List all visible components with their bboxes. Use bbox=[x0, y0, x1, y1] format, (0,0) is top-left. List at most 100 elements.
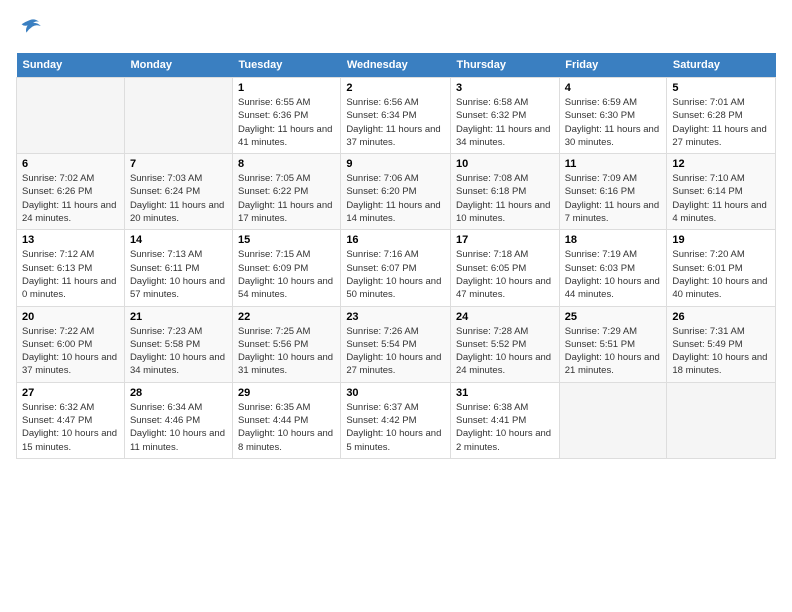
calendar-cell: 29 Sunrise: 6:35 AM Sunset: 4:44 PM Dayli… bbox=[233, 382, 341, 458]
logo-bird-icon bbox=[18, 16, 42, 36]
day-info: Sunrise: 7:02 AM Sunset: 6:26 PM Dayligh… bbox=[22, 172, 119, 225]
calendar-cell: 17 Sunrise: 7:18 AM Sunset: 6:05 PM Dayli… bbox=[451, 230, 560, 306]
header-cell-friday: Friday bbox=[559, 53, 667, 78]
day-number: 10 bbox=[456, 158, 554, 170]
day-info: Sunrise: 7:25 AM Sunset: 5:56 PM Dayligh… bbox=[238, 325, 335, 378]
calendar-week-3: 20 Sunrise: 7:22 AM Sunset: 6:00 PM Dayli… bbox=[17, 306, 776, 382]
day-info: Sunrise: 6:32 AM Sunset: 4:47 PM Dayligh… bbox=[22, 401, 119, 454]
day-number: 1 bbox=[238, 82, 335, 94]
calendar-cell: 19 Sunrise: 7:20 AM Sunset: 6:01 PM Dayli… bbox=[667, 230, 776, 306]
calendar-cell bbox=[559, 382, 667, 458]
calendar-cell: 8Sunrise: 7:05 AM Sunset: 6:22 PM Daylig… bbox=[233, 154, 341, 230]
day-number: 17 bbox=[456, 234, 554, 246]
day-number: 19 bbox=[672, 234, 770, 246]
day-number: 21 bbox=[130, 311, 227, 323]
day-info: Sunrise: 7:01 AM Sunset: 6:28 PM Dayligh… bbox=[672, 96, 770, 149]
calendar-cell: 3 Sunrise: 6:58 AM Sunset: 6:32 PM Daylig… bbox=[451, 78, 560, 154]
day-info: Sunrise: 7:12 AM Sunset: 6:13 PM Dayligh… bbox=[22, 248, 119, 301]
day-info: Sunrise: 7:20 AM Sunset: 6:01 PM Dayligh… bbox=[672, 248, 770, 301]
day-number: 14 bbox=[130, 234, 227, 246]
day-info: Sunrise: 6:56 AM Sunset: 6:34 PM Dayligh… bbox=[346, 96, 445, 149]
day-number: 27 bbox=[22, 387, 119, 399]
day-info: Sunrise: 6:59 AM Sunset: 6:30 PM Dayligh… bbox=[565, 96, 662, 149]
calendar-cell bbox=[667, 382, 776, 458]
calendar-cell bbox=[17, 78, 125, 154]
day-info: Sunrise: 7:18 AM Sunset: 6:05 PM Dayligh… bbox=[456, 248, 554, 301]
calendar-week-2: 13 Sunrise: 7:12 AM Sunset: 6:13 PM Dayli… bbox=[17, 230, 776, 306]
calendar-cell: 2 Sunrise: 6:56 AM Sunset: 6:34 PM Daylig… bbox=[341, 78, 451, 154]
day-number: 13 bbox=[22, 234, 119, 246]
calendar-cell: 15 Sunrise: 7:15 AM Sunset: 6:09 PM Dayli… bbox=[233, 230, 341, 306]
header-cell-tuesday: Tuesday bbox=[233, 53, 341, 78]
day-info: Sunrise: 7:03 AM Sunset: 6:24 PM Dayligh… bbox=[130, 172, 227, 225]
day-info: Sunrise: 7:22 AM Sunset: 6:00 PM Dayligh… bbox=[22, 325, 119, 378]
calendar-header: SundayMondayTuesdayWednesdayThursdayFrid… bbox=[17, 53, 776, 78]
calendar-cell: 24Sunrise: 7:28 AM Sunset: 5:52 PM Dayli… bbox=[451, 306, 560, 382]
day-info: Sunrise: 7:08 AM Sunset: 6:18 PM Dayligh… bbox=[456, 172, 554, 225]
calendar-cell: 20 Sunrise: 7:22 AM Sunset: 6:00 PM Dayli… bbox=[17, 306, 125, 382]
header-cell-wednesday: Wednesday bbox=[341, 53, 451, 78]
day-info: Sunrise: 7:29 AM Sunset: 5:51 PM Dayligh… bbox=[565, 325, 662, 378]
day-number: 3 bbox=[456, 82, 554, 94]
day-number: 30 bbox=[346, 387, 445, 399]
calendar-cell: 16Sunrise: 7:16 AM Sunset: 6:07 PM Dayli… bbox=[341, 230, 451, 306]
day-number: 24 bbox=[456, 311, 554, 323]
day-info: Sunrise: 6:37 AM Sunset: 4:42 PM Dayligh… bbox=[346, 401, 445, 454]
day-info: Sunrise: 7:26 AM Sunset: 5:54 PM Dayligh… bbox=[346, 325, 445, 378]
day-number: 28 bbox=[130, 387, 227, 399]
day-number: 25 bbox=[565, 311, 662, 323]
calendar-cell: 12Sunrise: 7:10 AM Sunset: 6:14 PM Dayli… bbox=[667, 154, 776, 230]
day-info: Sunrise: 7:31 AM Sunset: 5:49 PM Dayligh… bbox=[672, 325, 770, 378]
day-number: 15 bbox=[238, 234, 335, 246]
calendar-cell: 7 Sunrise: 7:03 AM Sunset: 6:24 PM Daylig… bbox=[124, 154, 232, 230]
calendar-week-4: 27 Sunrise: 6:32 AM Sunset: 4:47 PM Dayli… bbox=[17, 382, 776, 458]
calendar-cell: 18Sunrise: 7:19 AM Sunset: 6:03 PM Dayli… bbox=[559, 230, 667, 306]
day-info: Sunrise: 7:19 AM Sunset: 6:03 PM Dayligh… bbox=[565, 248, 662, 301]
day-number: 6 bbox=[22, 158, 119, 170]
calendar-cell: 30 Sunrise: 6:37 AM Sunset: 4:42 PM Dayli… bbox=[341, 382, 451, 458]
day-number: 7 bbox=[130, 158, 227, 170]
day-number: 20 bbox=[22, 311, 119, 323]
calendar-cell: 11 Sunrise: 7:09 AM Sunset: 6:16 PM Dayli… bbox=[559, 154, 667, 230]
calendar-week-0: 1 Sunrise: 6:55 AM Sunset: 6:36 PM Daylig… bbox=[17, 78, 776, 154]
day-number: 4 bbox=[565, 82, 662, 94]
day-info: Sunrise: 7:13 AM Sunset: 6:11 PM Dayligh… bbox=[130, 248, 227, 301]
header-cell-thursday: Thursday bbox=[451, 53, 560, 78]
calendar-cell: 4 Sunrise: 6:59 AM Sunset: 6:30 PM Daylig… bbox=[559, 78, 667, 154]
day-number: 9 bbox=[346, 158, 445, 170]
day-info: Sunrise: 7:05 AM Sunset: 6:22 PM Dayligh… bbox=[238, 172, 335, 225]
day-info: Sunrise: 6:35 AM Sunset: 4:44 PM Dayligh… bbox=[238, 401, 335, 454]
calendar-cell: 23 Sunrise: 7:26 AM Sunset: 5:54 PM Dayli… bbox=[341, 306, 451, 382]
day-info: Sunrise: 7:06 AM Sunset: 6:20 PM Dayligh… bbox=[346, 172, 445, 225]
calendar-cell: 9 Sunrise: 7:06 AM Sunset: 6:20 PM Daylig… bbox=[341, 154, 451, 230]
calendar-cell: 6 Sunrise: 7:02 AM Sunset: 6:26 PM Daylig… bbox=[17, 154, 125, 230]
calendar-cell: 13 Sunrise: 7:12 AM Sunset: 6:13 PM Dayli… bbox=[17, 230, 125, 306]
calendar-cell: 22 Sunrise: 7:25 AM Sunset: 5:56 PM Dayli… bbox=[233, 306, 341, 382]
header-row: SundayMondayTuesdayWednesdayThursdayFrid… bbox=[17, 53, 776, 78]
calendar-cell bbox=[124, 78, 232, 154]
day-number: 31 bbox=[456, 387, 554, 399]
calendar-cell: 21 Sunrise: 7:23 AM Sunset: 5:58 PM Dayli… bbox=[124, 306, 232, 382]
calendar-week-1: 6 Sunrise: 7:02 AM Sunset: 6:26 PM Daylig… bbox=[17, 154, 776, 230]
calendar-cell: 26 Sunrise: 7:31 AM Sunset: 5:49 PM Dayli… bbox=[667, 306, 776, 382]
day-info: Sunrise: 6:58 AM Sunset: 6:32 PM Dayligh… bbox=[456, 96, 554, 149]
calendar-cell: 14 Sunrise: 7:13 AM Sunset: 6:11 PM Dayli… bbox=[124, 230, 232, 306]
day-info: Sunrise: 7:09 AM Sunset: 6:16 PM Dayligh… bbox=[565, 172, 662, 225]
calendar-cell: 25 Sunrise: 7:29 AM Sunset: 5:51 PM Dayli… bbox=[559, 306, 667, 382]
logo bbox=[16, 16, 42, 41]
header-cell-saturday: Saturday bbox=[667, 53, 776, 78]
day-number: 22 bbox=[238, 311, 335, 323]
day-number: 29 bbox=[238, 387, 335, 399]
day-info: Sunrise: 6:34 AM Sunset: 4:46 PM Dayligh… bbox=[130, 401, 227, 454]
day-number: 26 bbox=[672, 311, 770, 323]
calendar-cell: 31Sunrise: 6:38 AM Sunset: 4:41 PM Dayli… bbox=[451, 382, 560, 458]
day-number: 23 bbox=[346, 311, 445, 323]
day-number: 2 bbox=[346, 82, 445, 94]
calendar-cell: 27 Sunrise: 6:32 AM Sunset: 4:47 PM Dayli… bbox=[17, 382, 125, 458]
day-number: 11 bbox=[565, 158, 662, 170]
day-info: Sunrise: 6:55 AM Sunset: 6:36 PM Dayligh… bbox=[238, 96, 335, 149]
day-info: Sunrise: 7:15 AM Sunset: 6:09 PM Dayligh… bbox=[238, 248, 335, 301]
day-info: Sunrise: 7:23 AM Sunset: 5:58 PM Dayligh… bbox=[130, 325, 227, 378]
calendar-body: 1 Sunrise: 6:55 AM Sunset: 6:36 PM Daylig… bbox=[17, 78, 776, 459]
calendar-cell: 28 Sunrise: 6:34 AM Sunset: 4:46 PM Dayli… bbox=[124, 382, 232, 458]
